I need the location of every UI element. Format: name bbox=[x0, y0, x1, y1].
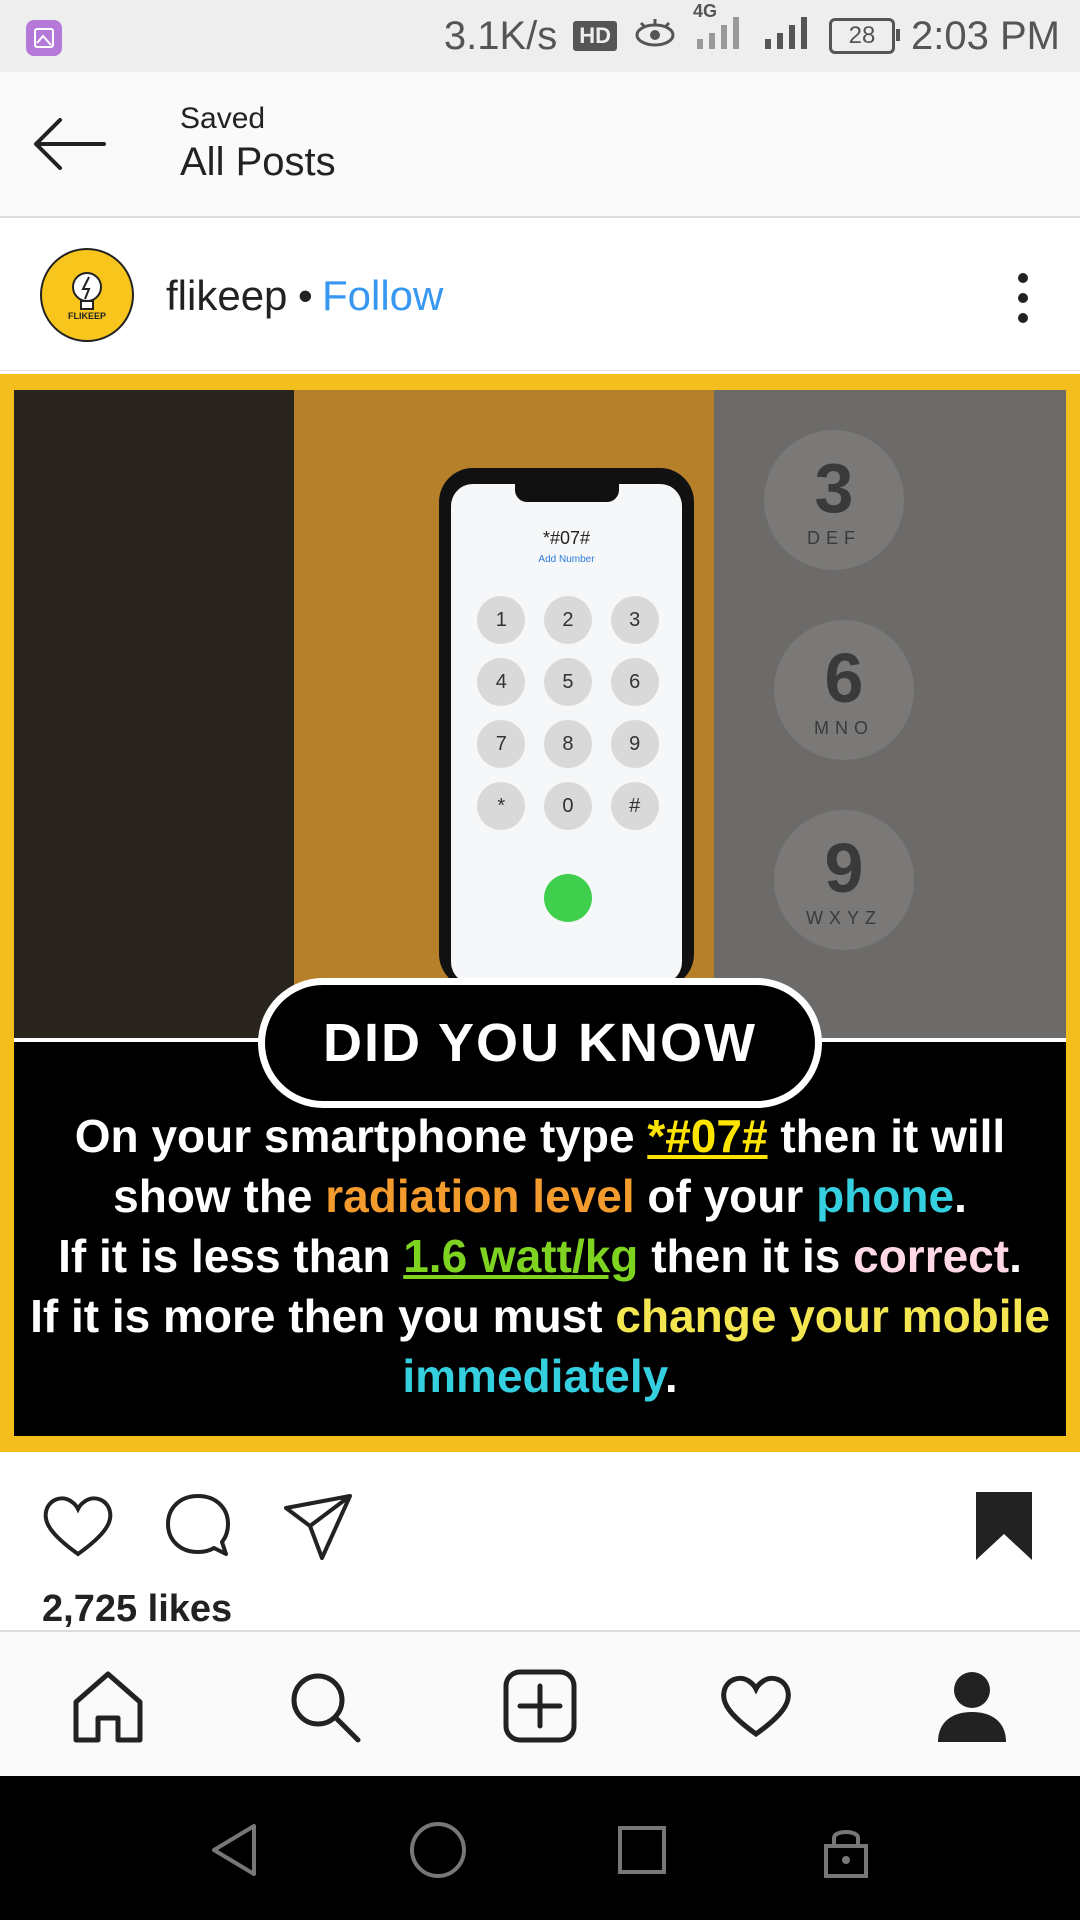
dial-key: * bbox=[477, 782, 526, 830]
avatar[interactable]: FLIKEEP bbox=[40, 248, 134, 342]
eye-comfort-icon bbox=[633, 14, 677, 59]
avatar-label: FLIKEEP bbox=[67, 311, 106, 321]
caption-panel: DID YOU KNOW On your smartphone type *#0… bbox=[14, 978, 1066, 1436]
post-image[interactable]: 3 DEF 6 MNO 9 WXYZ *#07# Add Number 1 2 3 4… bbox=[0, 374, 1080, 1452]
battery-level: 28 bbox=[848, 22, 876, 49]
dial-key: 0 bbox=[543, 782, 592, 830]
network-speed: 3.1K/s bbox=[443, 13, 558, 58]
username-separator: • bbox=[298, 272, 313, 319]
dial-key: 2 bbox=[543, 596, 592, 644]
bottom-nav bbox=[0, 1630, 1080, 1778]
dial-key: 9 bbox=[610, 720, 659, 768]
post-actions bbox=[0, 1452, 1080, 1582]
caption-line-4: If it is more then you must change your … bbox=[30, 1290, 1050, 1342]
caption-line-2: show the radiation level of your phone. bbox=[113, 1170, 967, 1222]
back-arrow-icon[interactable] bbox=[30, 112, 110, 176]
recents-square-icon[interactable] bbox=[612, 1820, 672, 1880]
dial-key: 4 bbox=[477, 658, 526, 706]
android-nav-bar bbox=[0, 1776, 1080, 1920]
dial-key: 7 bbox=[477, 720, 526, 768]
dialed-code: *#07# bbox=[542, 528, 591, 548]
smartphone: *#07# Add Number 1 2 3 4 5 6 7 8 9 * 0 # bbox=[439, 468, 694, 988]
profile-icon[interactable] bbox=[934, 1668, 1010, 1744]
dialer-screen: *#07# Add Number 1 2 3 4 5 6 7 8 9 * 0 # bbox=[451, 484, 682, 984]
post-caption-text: On your smartphone type *#07# then it wi… bbox=[14, 1106, 1066, 1406]
mobile-signal-icon: 4G bbox=[693, 1, 745, 61]
share-icon[interactable] bbox=[280, 1488, 356, 1564]
big-key-3: 3 DEF bbox=[764, 430, 904, 570]
new-post-icon[interactable] bbox=[502, 1668, 578, 1744]
dial-key: 5 bbox=[543, 658, 592, 706]
likes-count[interactable]: 2,725 likes bbox=[42, 1588, 232, 1631]
home-icon[interactable] bbox=[70, 1668, 146, 1744]
dial-key: 8 bbox=[543, 720, 592, 768]
lock-icon[interactable] bbox=[816, 1820, 876, 1880]
activity-heart-icon[interactable] bbox=[718, 1668, 794, 1744]
dial-key: 3 bbox=[610, 596, 659, 644]
post-photo: 3 DEF 6 MNO 9 WXYZ *#07# Add Number 1 2 3 4… bbox=[14, 390, 1066, 1436]
hd-badge: HD bbox=[573, 21, 618, 51]
saved-header: Saved All Posts bbox=[0, 72, 1080, 218]
caption-line-3: If it is less than 1.6 watt/kg then it i… bbox=[58, 1230, 1022, 1282]
caption-line-5: immediately. bbox=[402, 1350, 678, 1402]
network-type-label: 4G bbox=[693, 1, 718, 21]
add-number-link: Add Number bbox=[538, 554, 595, 565]
dial-key: # bbox=[610, 782, 659, 830]
call-button-icon bbox=[544, 874, 592, 922]
page-title: All Posts bbox=[180, 140, 336, 184]
phone-notch bbox=[515, 484, 619, 502]
dial-key: 6 bbox=[610, 658, 659, 706]
bookmark-icon[interactable] bbox=[966, 1488, 1042, 1564]
signal-icon bbox=[761, 11, 813, 61]
search-icon[interactable] bbox=[286, 1668, 362, 1744]
home-circle-icon[interactable] bbox=[408, 1820, 468, 1880]
big-key-9: 9 WXYZ bbox=[774, 810, 914, 950]
post-header: FLIKEEP flikeep • Follow bbox=[0, 218, 1080, 371]
photo-bg-left bbox=[14, 390, 294, 1040]
post-username[interactable]: flikeep bbox=[166, 272, 287, 320]
status-bar: 3.1K/s HD 4G 28 2:03 PM bbox=[0, 0, 1080, 72]
dial-key: 1 bbox=[477, 596, 526, 644]
big-key-6: 6 MNO bbox=[774, 620, 914, 760]
gallery-app-icon bbox=[26, 20, 62, 56]
dial-keypad: 1 2 3 4 5 6 7 8 9 * 0 # bbox=[473, 596, 663, 830]
did-you-know-banner: DID YOU KNOW bbox=[258, 978, 822, 1108]
clock: 2:03 PM bbox=[911, 13, 1060, 58]
heart-icon[interactable] bbox=[40, 1488, 116, 1564]
battery-icon: 28 bbox=[829, 18, 901, 54]
comment-icon[interactable] bbox=[160, 1488, 236, 1564]
lightbulb-icon bbox=[72, 272, 102, 310]
more-options-icon[interactable] bbox=[1008, 268, 1038, 328]
back-triangle-icon[interactable] bbox=[204, 1820, 264, 1880]
caption-line-1: On your smartphone type *#07# then it wi… bbox=[74, 1110, 1006, 1162]
follow-button[interactable]: Follow bbox=[322, 272, 443, 320]
header-subtitle: Saved bbox=[180, 102, 266, 135]
